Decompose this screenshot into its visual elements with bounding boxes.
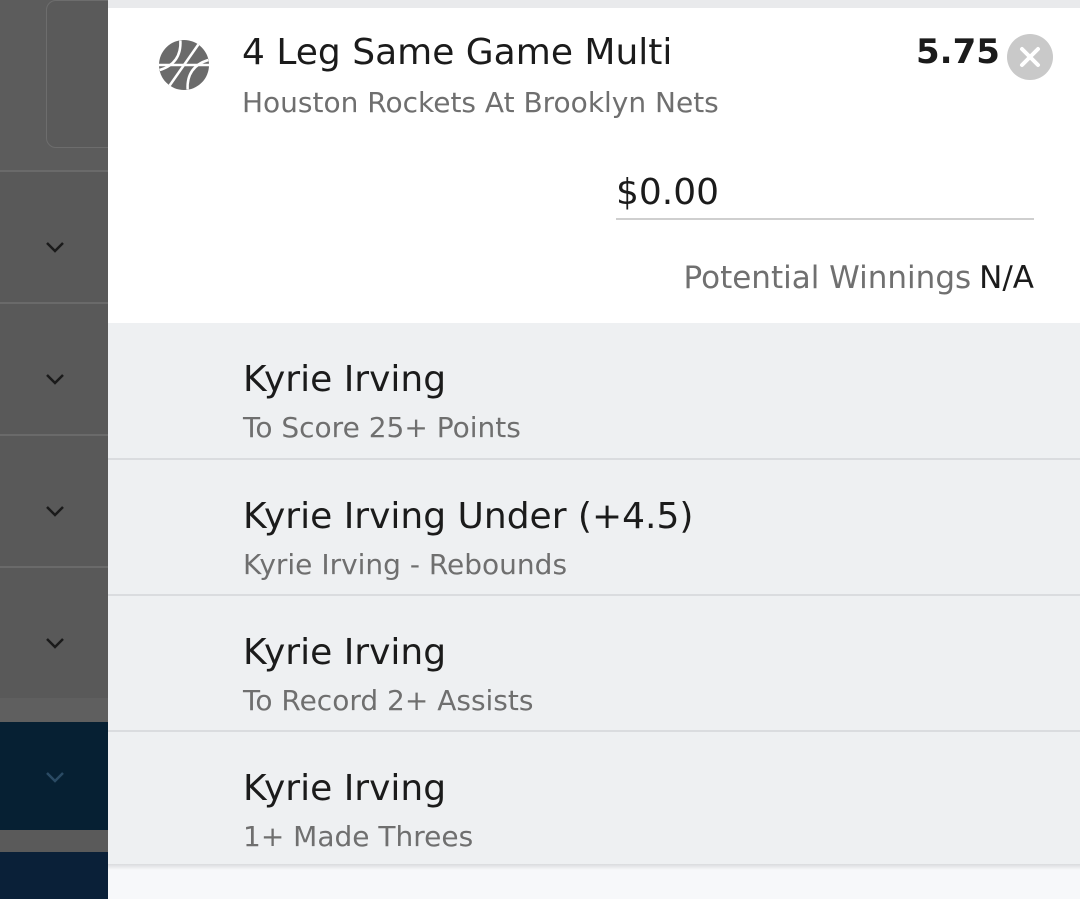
background-row-selected — [0, 722, 108, 830]
background-row — [0, 302, 108, 434]
list-item: Kyrie Irving To Score 25+ Points — [108, 323, 1080, 458]
background-overlay — [0, 0, 108, 899]
list-item: Kyrie Irving 1+ Made Threes — [108, 730, 1080, 867]
chevron-down-icon[interactable] — [44, 766, 66, 788]
leg-selection: Kyrie Irving — [243, 359, 447, 400]
chevron-down-icon[interactable] — [44, 500, 66, 522]
bet-match: Houston Rockets At Brooklyn Nets — [242, 86, 719, 119]
leg-selection: Kyrie Irving Under (+4.5) — [243, 496, 694, 537]
remove-bet-button[interactable] — [1007, 34, 1053, 80]
background-footer — [0, 852, 108, 899]
potential-winnings: Potential Winnings N/A — [684, 260, 1034, 296]
chevron-down-icon[interactable] — [44, 632, 66, 654]
chevron-down-icon[interactable] — [44, 236, 66, 258]
background-row — [0, 566, 108, 698]
potential-winnings-value: N/A — [979, 260, 1034, 296]
bet-legs-list: Kyrie Irving To Score 25+ Points Kyrie I… — [108, 323, 1080, 864]
list-item: Kyrie Irving Under (+4.5) Kyrie Irving -… — [108, 458, 1080, 595]
leg-market: To Record 2+ Assists — [243, 684, 534, 717]
background-card — [46, 0, 108, 148]
basketball-icon — [159, 40, 209, 90]
chevron-down-icon[interactable] — [44, 368, 66, 390]
bet-odds: 5.75 — [916, 32, 1000, 72]
leg-selection: Kyrie Irving — [243, 632, 447, 673]
background-divider — [0, 830, 108, 852]
bet-title: 4 Leg Same Game Multi — [242, 32, 673, 73]
leg-market: Kyrie Irving - Rebounds — [243, 548, 568, 581]
close-icon[interactable] — [1007, 34, 1053, 80]
legs-bottom-shadow — [108, 864, 1080, 870]
panel-top-edge — [108, 0, 1080, 8]
leg-selection: Kyrie Irving — [243, 768, 447, 809]
leg-market: To Score 25+ Points — [243, 411, 521, 444]
background-row — [0, 170, 108, 302]
potential-winnings-label: Potential Winnings — [683, 260, 972, 296]
stake-input[interactable] — [616, 166, 1034, 220]
background-row — [0, 434, 108, 566]
leg-market: 1+ Made Threes — [243, 820, 474, 853]
list-item: Kyrie Irving To Record 2+ Assists — [108, 594, 1080, 731]
